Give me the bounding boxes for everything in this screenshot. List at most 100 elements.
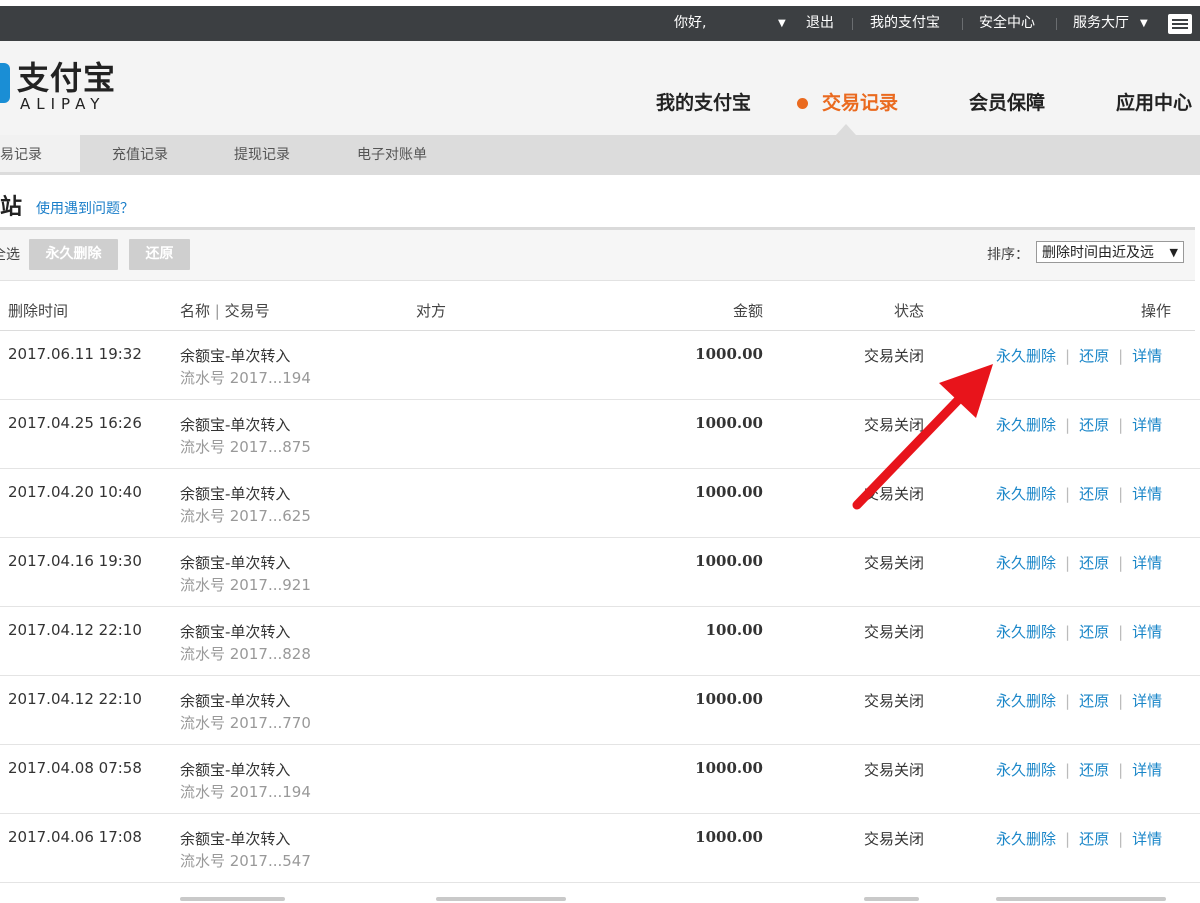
row-detail-link[interactable]: 详情 xyxy=(1132,554,1162,572)
row-delete-link[interactable]: 永久删除 xyxy=(996,830,1056,848)
page-title: 回收站 xyxy=(0,195,23,220)
row-amount: 1000.00 xyxy=(695,483,763,501)
row-amount: 1000.00 xyxy=(695,690,763,708)
ops-separator: | xyxy=(1118,416,1124,434)
row-detail-link[interactable]: 详情 xyxy=(1132,692,1162,710)
row-amount: 1000.00 xyxy=(695,828,763,846)
ops-separator: | xyxy=(1065,347,1071,365)
ops-separator: | xyxy=(1065,761,1071,779)
row-delete-link[interactable]: 永久删除 xyxy=(996,761,1056,779)
row-serial: 流水号 2017...828 xyxy=(180,645,311,663)
col-delete-time: 删除时间 xyxy=(8,302,69,320)
row-detail-link[interactable]: 详情 xyxy=(1132,761,1162,779)
logo-text-cn[interactable]: 支付宝 xyxy=(17,58,116,98)
row-amount: 1000.00 xyxy=(695,345,763,363)
bulk-restore-button[interactable]: 还原 xyxy=(129,239,190,270)
table-row: 2017.04.12 22:10 余额宝-单次转入 流水号 2017...770… xyxy=(0,676,1200,745)
row-restore-link[interactable]: 还原 xyxy=(1079,692,1109,710)
row-delete-time: 2017.04.25 16:26 xyxy=(8,414,142,432)
row-ops: 永久删除 | 还原 | 详情 xyxy=(996,483,1162,504)
security-center-link[interactable]: 安全中心 xyxy=(979,6,1035,41)
row-amount: 1000.00 xyxy=(695,759,763,777)
table-row: 2017.04.06 17:08 余额宝-单次转入 流水号 2017...547… xyxy=(0,814,1200,883)
row-delete-link[interactable]: 永久删除 xyxy=(996,554,1056,572)
row-detail-link[interactable]: 详情 xyxy=(1132,347,1162,365)
service-hall-dropdown-icon[interactable]: ▼ xyxy=(1140,6,1148,41)
sub-tab-trade-records[interactable]: 交易记录 xyxy=(0,135,42,175)
sort-select[interactable]: 删除时间由近及远 ▼ xyxy=(1036,241,1184,263)
row-detail-link[interactable]: 详情 xyxy=(1132,485,1162,503)
select-all-checkbox-label[interactable]: 全选 xyxy=(0,244,20,264)
nav-member-protection[interactable]: 会员保障 xyxy=(969,89,1045,117)
row-delete-link[interactable]: 永久删除 xyxy=(996,692,1056,710)
action-toolbar: 全选 永久删除 还原 排序： 删除时间由近及远 ▼ xyxy=(0,230,1195,281)
row-ops: 永久删除 | 还原 | 详情 xyxy=(996,690,1162,711)
sub-tab-recharge-records[interactable]: 充值记录 xyxy=(112,135,168,175)
list-menu-icon[interactable] xyxy=(1168,14,1192,34)
nav-my-alipay[interactable]: 我的支付宝 xyxy=(656,89,751,117)
ops-separator: | xyxy=(1118,485,1124,503)
row-delete-time: 2017.06.11 19:32 xyxy=(8,345,142,363)
select-arrow-icon: ▼ xyxy=(1169,246,1178,259)
row-restore-link[interactable]: 还原 xyxy=(1079,830,1109,848)
row-delete-time: 2017.04.16 19:30 xyxy=(8,552,142,570)
row-status: 交易关闭 xyxy=(864,347,925,365)
account-dropdown-icon[interactable]: ▼ xyxy=(778,6,786,41)
nav-app-center[interactable]: 应用中心 xyxy=(1116,89,1192,117)
alipay-logo-icon[interactable] xyxy=(0,63,10,103)
row-delete-link[interactable]: 永久删除 xyxy=(996,416,1056,434)
greeting-text: 你好, xyxy=(674,15,707,31)
col-name-separator: | xyxy=(214,302,220,320)
ops-separator: | xyxy=(1065,692,1071,710)
ops-separator: | xyxy=(1118,347,1124,365)
sort-select-value: 删除时间由近及远 xyxy=(1042,245,1154,261)
sort-label: 排序： xyxy=(987,247,1029,263)
row-status: 交易关闭 xyxy=(864,485,925,503)
row-detail-link[interactable]: 详情 xyxy=(1132,416,1162,434)
table-row: 2017.06.11 19:32 余额宝-单次转入 流水号 2017...194… xyxy=(0,331,1200,400)
row-name: 余额宝-单次转入 xyxy=(180,485,291,503)
row-restore-link[interactable]: 还原 xyxy=(1079,554,1109,572)
row-restore-link[interactable]: 还原 xyxy=(1079,347,1109,365)
row-ops: 永久删除 | 还原 | 详情 xyxy=(996,414,1162,435)
row-amount: 1000.00 xyxy=(695,552,763,570)
bulk-delete-button[interactable]: 永久删除 xyxy=(29,239,118,270)
row-serial: 流水号 2017...875 xyxy=(180,438,311,456)
row-restore-link[interactable]: 还原 xyxy=(1079,416,1109,434)
row-restore-link[interactable]: 还原 xyxy=(1079,623,1109,641)
table-row: 2017.04.08 07:58 余额宝-单次转入 流水号 2017...194… xyxy=(0,745,1200,814)
row-name: 余额宝-单次转入 xyxy=(180,416,291,434)
row-delete-link[interactable]: 永久删除 xyxy=(996,347,1056,365)
col-ops: 操作 xyxy=(1141,302,1172,320)
row-detail-link[interactable]: 详情 xyxy=(1132,623,1162,641)
ops-separator: | xyxy=(1118,554,1124,572)
sub-tab-withdraw-records[interactable]: 提现记录 xyxy=(234,135,290,175)
topbar-divider xyxy=(1056,18,1057,30)
partial-text-placeholder xyxy=(180,897,285,901)
row-ops: 永久删除 | 还原 | 详情 xyxy=(996,759,1162,780)
ops-separator: | xyxy=(1118,830,1124,848)
table-row: 2017.04.12 22:10 余额宝-单次转入 流水号 2017...828… xyxy=(0,607,1200,676)
ops-separator: | xyxy=(1065,485,1071,503)
service-hall-link[interactable]: 服务大厅 xyxy=(1073,6,1129,41)
row-delete-time: 2017.04.06 17:08 xyxy=(8,828,142,846)
row-status: 交易关闭 xyxy=(864,761,925,779)
row-delete-time: 2017.04.12 22:10 xyxy=(8,621,142,639)
topbar-divider xyxy=(962,18,963,30)
row-restore-link[interactable]: 还原 xyxy=(1079,485,1109,503)
row-delete-link[interactable]: 永久删除 xyxy=(996,623,1056,641)
logout-link[interactable]: 退出 xyxy=(806,6,834,41)
row-ops: 永久删除 | 还原 | 详情 xyxy=(996,621,1162,642)
row-status: 交易关闭 xyxy=(864,692,925,710)
help-link[interactable]: 使用遇到问题？ xyxy=(36,199,134,219)
nav-trade-records[interactable]: 交易记录 xyxy=(822,89,898,117)
sub-tab-e-statement[interactable]: 电子对账单 xyxy=(357,135,427,175)
row-serial: 流水号 2017...921 xyxy=(180,576,311,594)
row-delete-link[interactable]: 永久删除 xyxy=(996,485,1056,503)
row-detail-link[interactable]: 详情 xyxy=(1132,830,1162,848)
ops-separator: | xyxy=(1118,692,1124,710)
row-restore-link[interactable]: 还原 xyxy=(1079,761,1109,779)
my-alipay-link[interactable]: 我的支付宝 xyxy=(870,6,940,41)
row-status: 交易关闭 xyxy=(864,416,925,434)
logo-text-en[interactable]: ALIPAY xyxy=(20,95,105,113)
